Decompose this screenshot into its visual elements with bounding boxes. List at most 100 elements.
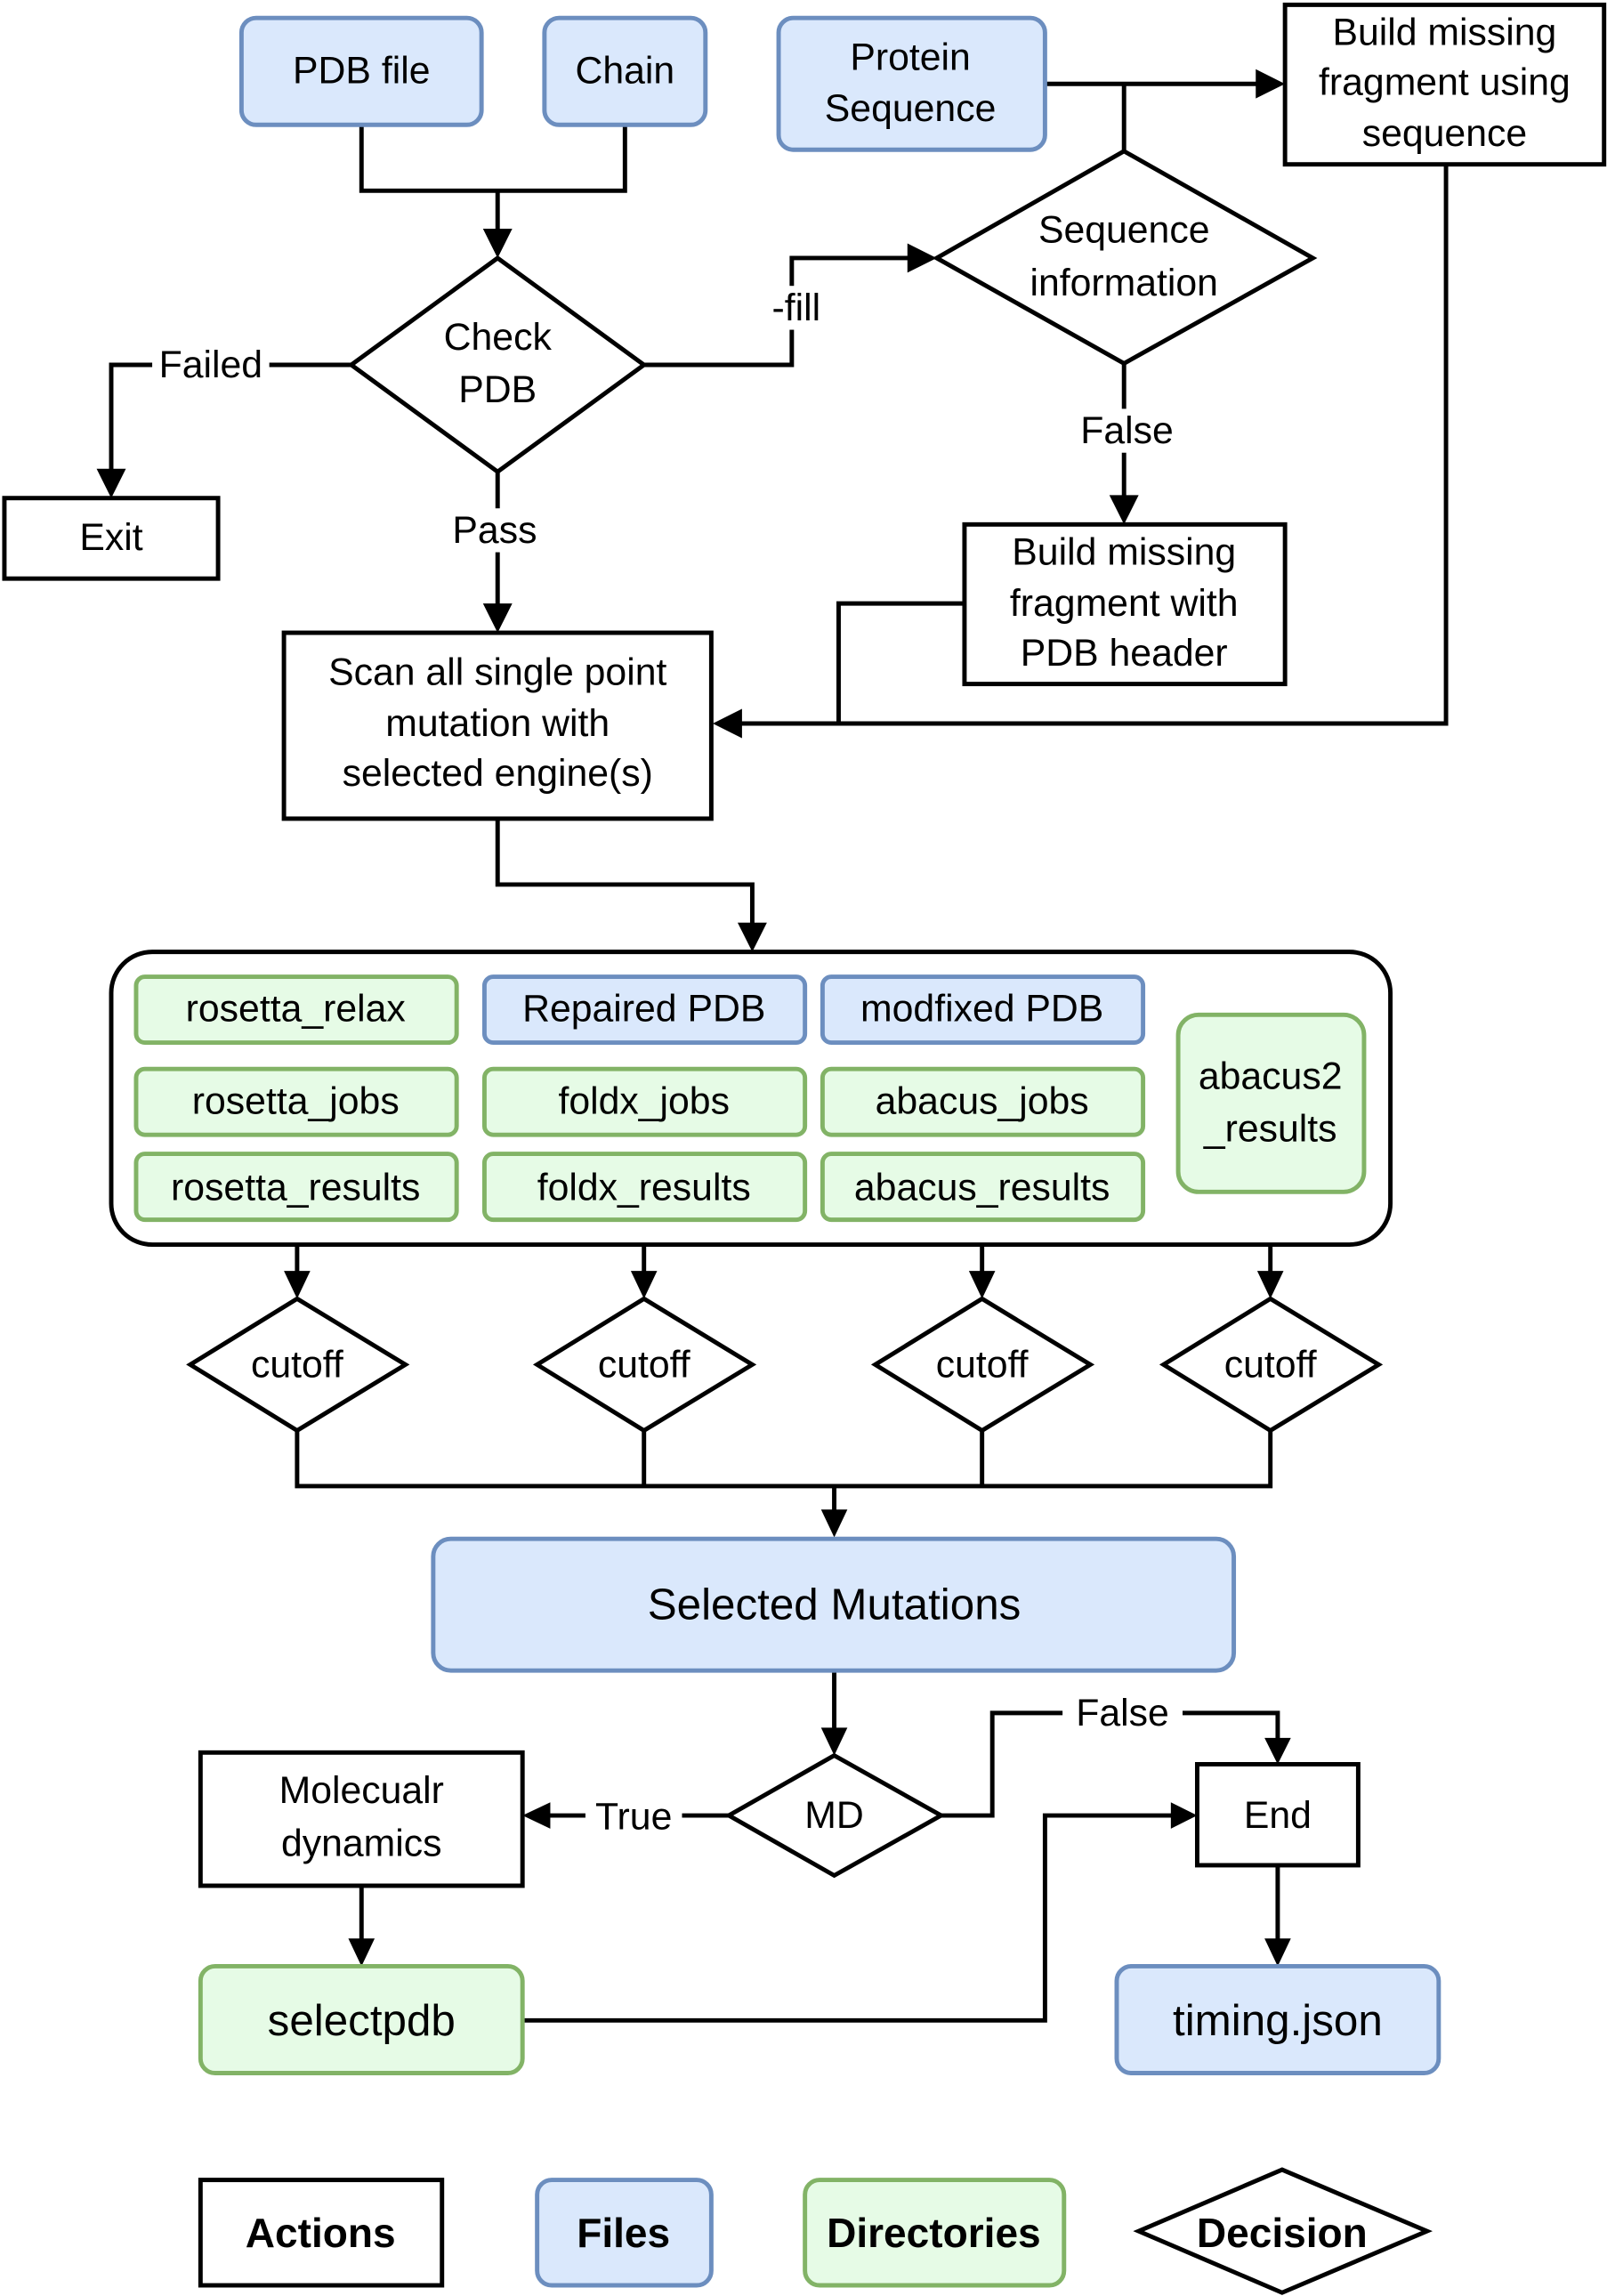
node-pdb-file[interactable]: PDB file xyxy=(238,15,484,127)
svg-text:cutoff: cutoff xyxy=(1224,1343,1317,1386)
arrowhead xyxy=(968,1271,996,1299)
svg-text:Scan all single point: Scan all single point xyxy=(328,651,666,693)
dir-abacus2-results[interactable]: abacus2 _results xyxy=(1175,1012,1367,1194)
edge-label-seq-false: False xyxy=(1080,409,1174,452)
svg-text:Decision: Decision xyxy=(1197,2210,1368,2256)
dir-rosetta-jobs[interactable]: rosetta_jobs xyxy=(133,1066,459,1137)
svg-text:PDB file: PDB file xyxy=(293,49,430,92)
svg-text:cutoff: cutoff xyxy=(598,1343,690,1386)
edge-cutoffs-merge xyxy=(295,1430,1273,1489)
dir-foldx-jobs[interactable]: foldx_jobs xyxy=(481,1066,808,1137)
svg-text:_results: _results xyxy=(1203,1108,1337,1151)
svg-text:PDB header: PDB header xyxy=(1021,632,1228,675)
svg-text:mutation with: mutation with xyxy=(385,702,610,745)
arrowhead xyxy=(1170,1802,1198,1829)
node-molecular-dynamics[interactable]: Molecualr dynamics xyxy=(198,1750,525,1888)
edge-label-pass: Pass xyxy=(452,509,537,552)
svg-text:Exit: Exit xyxy=(79,516,142,559)
node-scan-mutations[interactable]: Scan all single point mutation with sele… xyxy=(281,630,714,821)
svg-text:fragment with: fragment with xyxy=(1010,582,1239,625)
node-build-with-header[interactable]: Build missing fragment with PDB header xyxy=(962,521,1288,687)
svg-text:Protein: Protein xyxy=(850,36,970,79)
svg-text:rosetta_jobs: rosetta_jobs xyxy=(192,1079,400,1122)
edge-pdbfile-check xyxy=(359,125,627,193)
edge-label-md-false: False xyxy=(1076,1692,1169,1734)
file-repaired-pdb[interactable]: Repaired PDB xyxy=(481,974,808,1046)
svg-text:Selected Mutations: Selected Mutations xyxy=(648,1581,1022,1629)
svg-text:rosetta_results: rosetta_results xyxy=(171,1166,420,1209)
svg-text:abacus2: abacus2 xyxy=(1199,1055,1343,1097)
arrowhead xyxy=(820,1727,848,1756)
svg-text:modfixed PDB: modfixed PDB xyxy=(860,988,1103,1031)
svg-text:PDB: PDB xyxy=(458,368,537,411)
svg-text:foldx_jobs: foldx_jobs xyxy=(558,1079,730,1122)
svg-text:Build missing: Build missing xyxy=(1332,12,1556,54)
arrowhead xyxy=(630,1271,658,1299)
svg-text:Check: Check xyxy=(444,316,553,359)
svg-text:Actions: Actions xyxy=(246,2210,396,2256)
file-selected-mutations[interactable]: Selected Mutations xyxy=(431,1536,1237,1673)
arrowhead xyxy=(348,1938,376,1967)
decision-cutoff-abacus[interactable]: cutoff xyxy=(870,1296,1095,1434)
legend: Actions Files Directories Decision xyxy=(198,2167,1433,2295)
node-chain[interactable]: Chain xyxy=(542,15,708,127)
arrowhead xyxy=(1264,1938,1291,1967)
arrowhead xyxy=(482,603,513,634)
arrowhead xyxy=(522,1802,551,1829)
node-build-using-sequence[interactable]: Build missing fragment using sequence xyxy=(1282,2,1607,167)
decision-md[interactable]: MD xyxy=(724,1752,946,1879)
arrowhead xyxy=(1256,1271,1284,1299)
decision-cutoff-rosetta[interactable]: cutoff xyxy=(186,1296,410,1434)
file-timing-json[interactable]: timing.json xyxy=(1114,1963,1441,2075)
arrowhead xyxy=(96,468,126,498)
svg-text:Chain: Chain xyxy=(575,49,674,92)
decision-cutoff-foldx[interactable]: cutoff xyxy=(532,1296,757,1434)
decision-check-pdb[interactable]: Check PDB xyxy=(347,255,648,475)
dir-abacus-jobs[interactable]: abacus_jobs xyxy=(820,1066,1146,1137)
edge-header-scan xyxy=(836,601,965,724)
svg-text:information: information xyxy=(1030,262,1217,304)
dir-foldx-results[interactable]: foldx_results xyxy=(481,1152,808,1223)
node-protein-sequence[interactable]: Protein Sequence xyxy=(776,15,1047,152)
arrowhead xyxy=(820,1509,848,1538)
legend-files: Files xyxy=(535,2178,714,2288)
svg-text:abacus_results: abacus_results xyxy=(854,1166,1110,1209)
svg-text:rosetta_relax: rosetta_relax xyxy=(186,988,406,1031)
svg-text:Molecualr: Molecualr xyxy=(279,1769,444,1812)
svg-text:dynamics: dynamics xyxy=(281,1822,442,1864)
edge-label-failed: Failed xyxy=(159,344,262,386)
svg-text:timing.json: timing.json xyxy=(1173,1996,1383,2045)
svg-text:End: End xyxy=(1244,1794,1312,1837)
svg-text:cutoff: cutoff xyxy=(251,1343,343,1386)
dir-abacus-results[interactable]: abacus_results xyxy=(820,1152,1146,1223)
arrowhead xyxy=(1256,69,1286,99)
svg-text:Repaired PDB: Repaired PDB xyxy=(522,988,765,1031)
decision-cutoff-abacus2[interactable]: cutoff xyxy=(1159,1296,1384,1434)
file-modfixed-pdb[interactable]: modfixed PDB xyxy=(820,974,1146,1046)
decision-sequence-information[interactable]: Sequence information xyxy=(932,149,1318,367)
svg-text:foldx_results: foldx_results xyxy=(537,1166,751,1209)
arrowhead xyxy=(482,229,513,258)
svg-text:Sequence: Sequence xyxy=(1038,209,1210,252)
flowchart: Failed -fill Pass False True False PDB f… xyxy=(2,2,1607,2295)
svg-text:cutoff: cutoff xyxy=(936,1343,1029,1386)
svg-text:Sequence: Sequence xyxy=(825,87,997,130)
svg-text:sequence: sequence xyxy=(1362,112,1527,155)
arrowhead xyxy=(284,1271,311,1299)
node-end[interactable]: End xyxy=(1194,1761,1361,1868)
arrowhead xyxy=(713,708,742,739)
legend-decision: Decision xyxy=(1133,2167,1433,2295)
svg-text:selectpdb: selectpdb xyxy=(268,1996,456,2045)
edge-label-md-true: True xyxy=(595,1796,672,1839)
edge-scan-group xyxy=(495,818,755,938)
legend-directories: Directories xyxy=(803,2178,1067,2288)
outputs-group: rosetta_relax Repaired PDB modfixed PDB … xyxy=(109,950,1393,1248)
legend-actions: Actions xyxy=(198,2178,445,2288)
node-exit[interactable]: Exit xyxy=(2,496,221,581)
svg-text:MD: MD xyxy=(804,1794,863,1837)
svg-text:abacus_jobs: abacus_jobs xyxy=(876,1079,1089,1122)
svg-text:Build missing: Build missing xyxy=(1012,531,1236,574)
dir-selectpdb[interactable]: selectpdb xyxy=(198,1963,525,2075)
dir-rosetta-results[interactable]: rosetta_results xyxy=(133,1152,459,1223)
dir-rosetta-relax[interactable]: rosetta_relax xyxy=(133,974,459,1046)
